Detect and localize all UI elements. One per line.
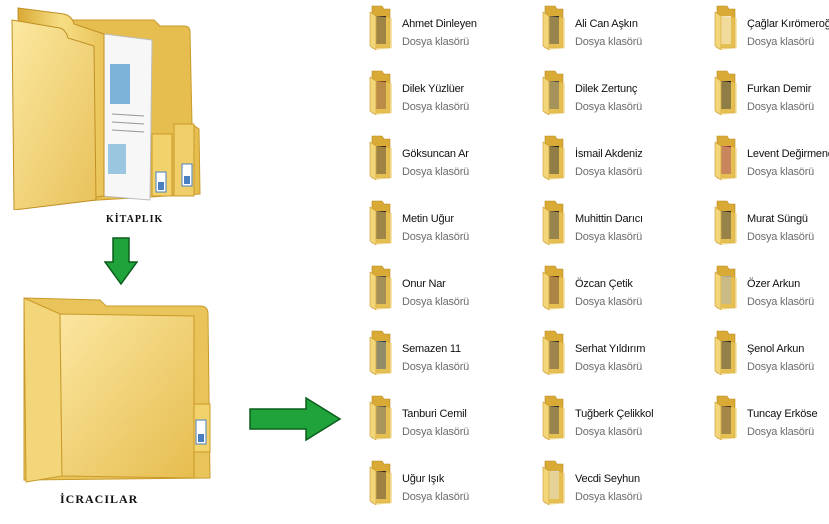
folder-item[interactable]: Göksuncan Ar Dosya klasörü — [368, 134, 533, 180]
folder-item[interactable]: Ahmet Dinleyen Dosya klasörü — [368, 4, 533, 50]
folder-name: Muhittin Darıcı — [575, 213, 643, 225]
folder-item[interactable]: Şenol Arkun Dosya klasörü — [713, 329, 829, 375]
folder-item[interactable]: Onur Nar Dosya klasörü — [368, 264, 533, 310]
folder-item[interactable]: Tanburi Cemil Dosya klasörü — [368, 394, 533, 440]
folder-name: Semazen 11 — [402, 343, 461, 355]
folder-icon — [542, 265, 565, 310]
folder-type: Dosya klasörü — [747, 101, 815, 113]
folder-type: Dosya klasörü — [747, 361, 815, 373]
folder-item[interactable]: Tuncay Erköse Dosya klasörü — [713, 394, 829, 440]
folder-icon — [714, 265, 737, 310]
folder-item[interactable]: Semazen 11 Dosya klasörü — [368, 329, 533, 375]
folder-icon — [714, 135, 737, 180]
folder-item[interactable]: Özer Arkun Dosya klasörü — [713, 264, 829, 310]
folder-name: Tuncay Erköse — [747, 408, 818, 420]
folder-type: Dosya klasörü — [402, 101, 470, 113]
folder-item[interactable]: Metin Uğur Dosya klasörü — [368, 199, 533, 245]
folder-icon — [369, 265, 392, 310]
folder-item[interactable]: Muhittin Darıcı Dosya klasörü — [541, 199, 706, 245]
folder-icon — [542, 70, 565, 115]
folder-name: Vecdi Seyhun — [575, 473, 640, 485]
folder-icon — [714, 70, 737, 115]
folder-name: Tanburi Cemil — [402, 408, 467, 420]
folder-item[interactable]: Serhat Yıldırım Dosya klasörü — [541, 329, 706, 375]
folder-item[interactable]: Dilek Zertunç Dosya klasörü — [541, 69, 706, 115]
folder-type: Dosya klasörü — [747, 231, 815, 243]
folder-name: İsmail Akdeniz — [575, 148, 643, 160]
folder-icon — [542, 330, 565, 375]
folder-type: Dosya klasörü — [575, 361, 643, 373]
folder-name: Şenol Arkun — [747, 343, 805, 355]
folder-item[interactable]: Çağlar Kırömeroğlu Dosya klasörü — [713, 4, 829, 50]
folder-type: Dosya klasörü — [747, 296, 815, 308]
folder-type: Dosya klasörü — [747, 36, 815, 48]
folder-item[interactable]: Özcan Çetik Dosya klasörü — [541, 264, 706, 310]
folder-item[interactable]: Ali Can Aşkın Dosya klasörü — [541, 4, 706, 50]
folder-icon — [542, 200, 565, 245]
library-folder-icon[interactable] — [4, 4, 216, 210]
folder-item[interactable]: İsmail Akdeniz Dosya klasörü — [541, 134, 706, 180]
folder-type: Dosya klasörü — [402, 426, 470, 438]
arrow-down-icon — [104, 237, 138, 286]
folder-icon — [714, 395, 737, 440]
folder-icon — [369, 330, 392, 375]
folder-name: Ali Can Aşkın — [575, 18, 638, 30]
folder-name: Furkan Demir — [747, 83, 812, 95]
folder-item[interactable]: Uğur Işık Dosya klasörü — [368, 459, 533, 505]
folder-type: Dosya klasörü — [402, 166, 470, 178]
folder-name: Levent Değirmencioğlu — [747, 148, 829, 160]
folder-name: Dilek Yüzlüer — [402, 83, 465, 95]
folder-icon — [542, 5, 565, 50]
folder-type: Dosya klasörü — [402, 36, 470, 48]
folder-name: Ahmet Dinleyen — [402, 18, 477, 30]
folder-list: Ahmet Dinleyen Dosya klasörü Ali Can Aşkın… — [368, 4, 829, 524]
folder-type: Dosya klasörü — [575, 101, 643, 113]
folder-name: Özcan Çetik — [575, 278, 633, 290]
folder-type: Dosya klasörü — [575, 491, 643, 503]
folder-icon — [542, 460, 565, 505]
folder-icon — [369, 5, 392, 50]
folder-icon — [369, 135, 392, 180]
folder-type: Dosya klasörü — [747, 426, 815, 438]
folder-icon — [369, 200, 392, 245]
folder-name: Dilek Zertunç — [575, 83, 638, 95]
folder-item[interactable]: Dilek Yüzlüer Dosya klasörü — [368, 69, 533, 115]
folder-type: Dosya klasörü — [575, 166, 643, 178]
performers-caption: İCRACILAR — [60, 492, 139, 506]
folder-name: Göksuncan Ar — [402, 148, 469, 160]
folder-item[interactable]: Murat Süngü Dosya klasörü — [713, 199, 829, 245]
folder-icon — [714, 330, 737, 375]
folder-item[interactable]: Furkan Demir Dosya klasörü — [713, 69, 829, 115]
folder-item[interactable]: Vecdi Seyhun Dosya klasörü — [541, 459, 706, 505]
folder-name: Onur Nar — [402, 278, 446, 290]
arrow-right-icon — [249, 396, 342, 442]
folder-name: Murat Süngü — [747, 213, 808, 225]
folder-type: Dosya klasörü — [402, 361, 470, 373]
folder-type: Dosya klasörü — [402, 296, 470, 308]
folder-icon — [714, 5, 737, 50]
folder-type: Dosya klasörü — [575, 426, 643, 438]
library-caption: KİTAPLIK — [106, 214, 164, 225]
performers-folder-icon[interactable] — [10, 294, 220, 484]
folder-icon — [369, 460, 392, 505]
folder-name: Çağlar Kırömeroğlu — [747, 18, 829, 30]
folder-icon — [714, 200, 737, 245]
folder-type: Dosya klasörü — [575, 231, 643, 243]
folder-name: Tuğberk Çelikkol — [575, 408, 654, 420]
folder-icon — [542, 395, 565, 440]
folder-type: Dosya klasörü — [402, 231, 470, 243]
folder-name: Serhat Yıldırım — [575, 343, 646, 355]
folder-type: Dosya klasörü — [402, 491, 470, 503]
folder-type: Dosya klasörü — [575, 36, 643, 48]
folder-type: Dosya klasörü — [575, 296, 643, 308]
folder-name: Metin Uğur — [402, 213, 454, 225]
folder-icon — [369, 70, 392, 115]
folder-type: Dosya klasörü — [747, 166, 815, 178]
folder-item[interactable]: Tuğberk Çelikkol Dosya klasörü — [541, 394, 706, 440]
folder-icon — [542, 135, 565, 180]
folder-name: Özer Arkun — [747, 278, 801, 290]
folder-item[interactable]: Levent Değirmencioğlu Dosya klasörü — [713, 134, 829, 180]
folder-icon — [369, 395, 392, 440]
folder-name: Uğur Işık — [402, 473, 445, 485]
